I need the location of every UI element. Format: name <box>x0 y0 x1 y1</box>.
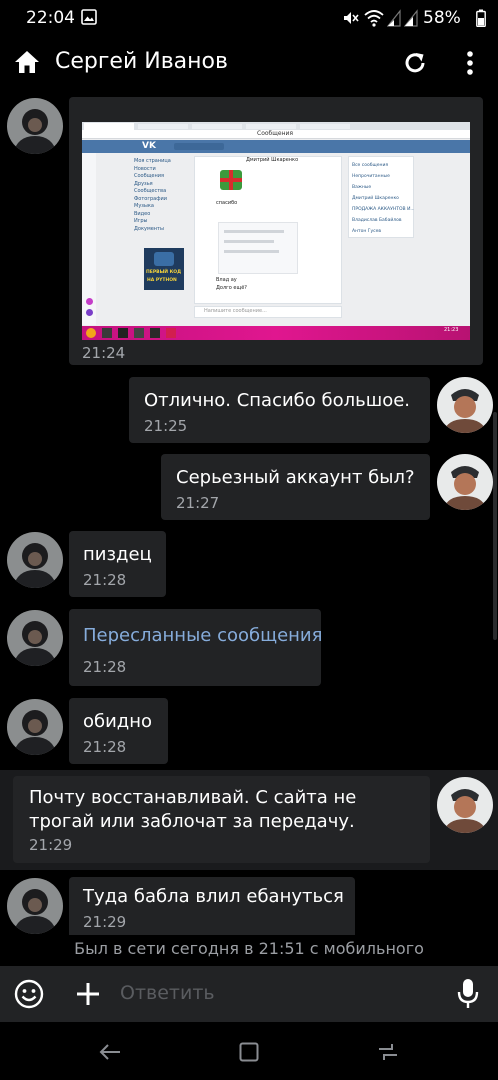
message-time: 21:27 <box>176 494 220 512</box>
embedded-menu-item: Документы <box>134 225 164 232</box>
contact-avatar[interactable] <box>7 699 63 755</box>
message-text-line: Почту восстанавливай. С сайта не <box>29 787 357 808</box>
message-time: 21:29 <box>83 913 127 931</box>
battery-icon <box>476 9 486 31</box>
online-status-text: Был в сети сегодня в 21:51 с мобильного <box>74 939 424 958</box>
message-bubble-attachment[interactable]: Сообщения VK Моя страница Новости Сообще… <box>69 97 483 365</box>
forwarded-messages-link[interactable]: Пересланные сообщения <box>83 624 322 648</box>
chat-history[interactable]: Сообщения VK Моя страница Новости Сообще… <box>0 90 498 935</box>
message-time: 21:28 <box>83 658 127 676</box>
contact-avatar[interactable] <box>7 610 63 666</box>
message-time: 21:24 <box>82 344 126 362</box>
status-time: 22:04 <box>26 8 75 28</box>
home-icon[interactable] <box>14 50 40 78</box>
contact-avatar[interactable] <box>7 98 63 154</box>
recents-icon[interactable] <box>377 1043 399 1065</box>
message-time: 21:29 <box>29 836 73 854</box>
message-text: Туда бабла влил ебануться <box>83 886 344 907</box>
embedded-menu-item: Друзья <box>134 180 153 187</box>
app-bar: Сергей Иванов <box>0 36 498 90</box>
embedded-menu-item: Сообщества <box>134 188 167 194</box>
conversation-title: Сергей Иванов <box>55 49 228 74</box>
system-navigation-bar <box>0 1022 498 1080</box>
embedded-menu-item: Фотографии <box>134 195 167 202</box>
embedded-menu-item: Музыка <box>134 203 154 209</box>
embedded-ad: ПЕРВЫЙ КОД НА PYTHON <box>144 248 184 290</box>
message-text: Серьезный аккаунт был? <box>176 467 415 488</box>
user-avatar[interactable] <box>437 777 493 833</box>
message-bubble-outgoing[interactable]: Отлично. Спасибо большое. 21:25 <box>129 377 430 443</box>
back-icon[interactable] <box>99 1043 121 1065</box>
signal-icon <box>403 9 418 31</box>
embedded-menu-item: Игры <box>134 218 148 224</box>
message-time: 21:28 <box>83 738 127 756</box>
contact-avatar[interactable] <box>7 878 63 934</box>
message-bubble-incoming[interactable]: обидно 21:28 <box>69 698 168 764</box>
embedded-window-title: Сообщения <box>257 130 294 137</box>
embedded-menu-item: Моя страница <box>134 158 171 164</box>
vk-logo: VK <box>142 141 156 151</box>
embedded-gift <box>220 170 242 190</box>
message-composer: Ответить <box>0 966 498 1022</box>
message-bubble-outgoing[interactable]: Почту восстанавливай. С сайта не трогай … <box>13 776 430 863</box>
home-square-icon[interactable] <box>239 1042 259 1066</box>
message-bubble-incoming[interactable]: Туда бабла влил ебануться 21:29 <box>69 877 355 935</box>
plus-icon[interactable] <box>75 981 101 1011</box>
embedded-chat-partner: Дмитрий Шкаренко <box>246 157 299 163</box>
screenshot-attachment[interactable]: Сообщения VK Моя страница Новости Сообще… <box>82 122 470 340</box>
user-avatar[interactable] <box>437 454 493 510</box>
image-icon <box>81 9 97 29</box>
signal-icon <box>386 9 401 31</box>
message-bubble-outgoing[interactable]: Серьезный аккаунт был? 21:27 <box>161 454 430 520</box>
message-text: обидно <box>83 711 153 732</box>
chat-scrollbar[interactable] <box>493 412 497 640</box>
message-text-line: трогай или заблочат за передачу. <box>29 811 355 832</box>
embedded-menu-item: Видео <box>134 210 151 217</box>
message-time: 21:28 <box>83 571 127 589</box>
battery-percent: 58% <box>423 8 461 28</box>
message-text: пиздец <box>83 544 152 565</box>
mute-icon <box>342 9 360 31</box>
embedded-menu-item: Сообщения <box>134 173 165 179</box>
message-text: Отлично. Спасибо большое. <box>144 390 411 411</box>
user-avatar[interactable] <box>437 377 493 433</box>
emoji-icon[interactable] <box>14 979 44 1013</box>
embedded-menu-item: Новости <box>134 165 156 172</box>
message-bubble-incoming[interactable]: пиздец 21:28 <box>69 531 166 597</box>
status-bar: 22:04 58% <box>0 0 498 36</box>
refresh-icon[interactable] <box>403 51 427 79</box>
message-bubble-incoming[interactable]: Пересланные сообщения 21:28 <box>69 609 322 686</box>
message-input[interactable]: Ответить <box>120 982 215 1004</box>
message-time: 21:25 <box>144 417 188 435</box>
wifi-icon <box>364 9 384 31</box>
online-status: Был в сети сегодня в 21:51 с мобильного <box>0 936 498 962</box>
contact-avatar[interactable] <box>7 532 63 588</box>
microphone-icon[interactable] <box>457 978 479 1014</box>
more-vertical-icon[interactable] <box>466 50 474 80</box>
